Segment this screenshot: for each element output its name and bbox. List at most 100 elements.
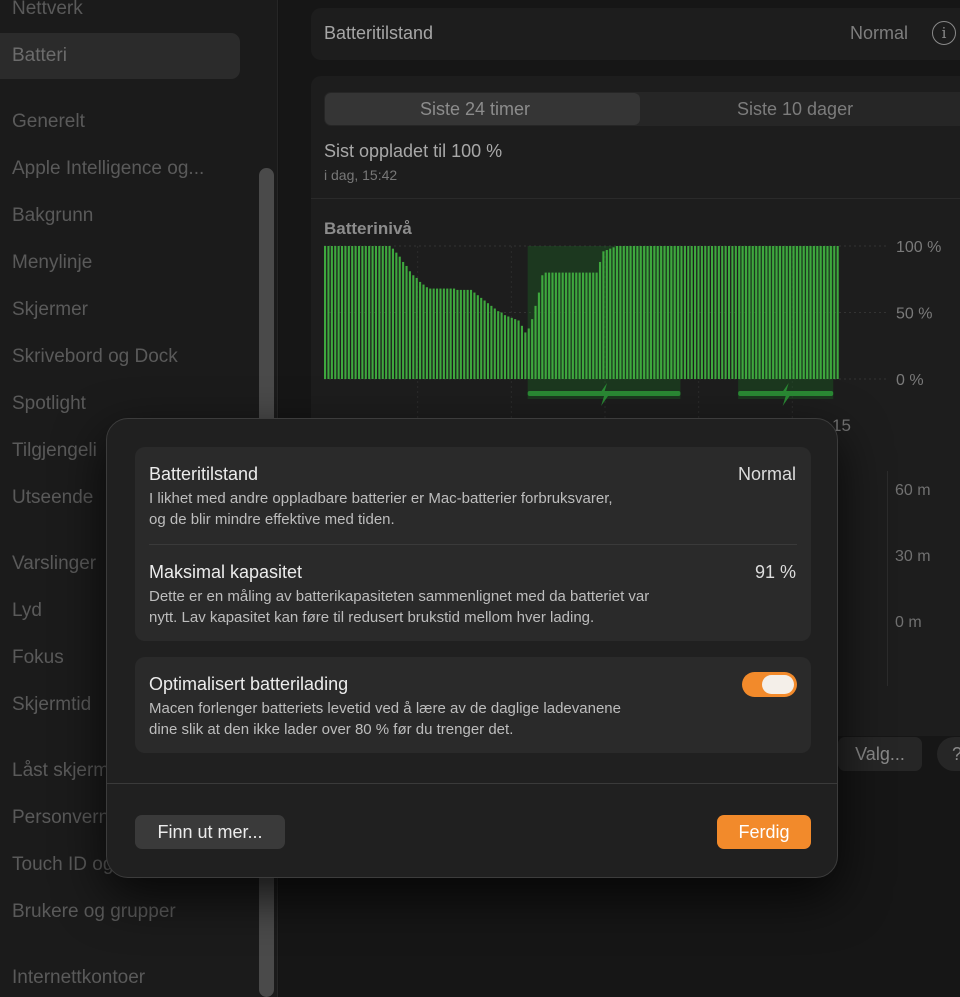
battery-bar <box>809 246 812 379</box>
battery-bar <box>541 275 544 379</box>
battery-bar <box>568 272 571 379</box>
dialog-optimized-desc-1: Macen forlenger batteriets levetid ved å… <box>149 700 621 717</box>
battery-bar <box>823 246 826 379</box>
battery-bar <box>660 246 663 379</box>
battery-bar <box>419 281 422 379</box>
sidebar-item-bakgrunn[interactable]: Bakgrunn <box>0 193 240 239</box>
battery-bar <box>714 246 717 379</box>
help-button[interactable]: ? <box>937 737 960 771</box>
battery-bar <box>653 246 656 379</box>
battery-bar <box>388 246 391 379</box>
sidebar-item-internettkontoer[interactable]: Internettkontoer <box>0 955 240 997</box>
battery-bar <box>582 272 585 379</box>
dialog-capacity-desc-2: nytt. Lav kapasitet kan føre til reduser… <box>149 609 595 626</box>
battery-bar <box>402 261 405 379</box>
battery-bar <box>337 246 340 379</box>
dialog-health-desc-2: og de blir mindre effektive med tiden. <box>149 511 395 528</box>
battery-bar <box>639 246 642 379</box>
battery-bar <box>626 246 629 379</box>
battery-bar <box>697 246 700 379</box>
battery-bar <box>405 265 408 379</box>
battery-bar <box>649 246 652 379</box>
battery-bar <box>395 252 398 379</box>
battery-bar <box>446 288 449 379</box>
battery-bar <box>768 246 771 379</box>
learn-more-button[interactable]: Finn ut mer... <box>135 815 285 849</box>
sidebar-item-brukere-og-grupper[interactable]: Brukere og grupper <box>0 889 240 935</box>
battery-bar <box>459 289 462 379</box>
sidebar-item-nettverk[interactable]: Nettverk <box>0 0 240 32</box>
options-button[interactable]: Valg... <box>838 737 922 771</box>
battery-bar <box>340 246 344 379</box>
sidebar-item-skrivebord-og-dock[interactable]: Skrivebord og Dock <box>0 334 240 380</box>
battery-bar <box>619 246 622 379</box>
battery-bar <box>571 272 574 379</box>
battery-bar <box>734 246 737 379</box>
battery-bar <box>789 246 792 379</box>
battery-bar <box>357 246 361 379</box>
battery-bar <box>517 320 520 379</box>
battery-bar <box>744 246 748 379</box>
battery-bar <box>558 272 561 379</box>
battery-bar <box>429 288 432 379</box>
battery-bar <box>833 246 836 379</box>
usage-axis-60: 60 m <box>895 482 931 499</box>
battery-bar <box>575 272 578 379</box>
battery-bar <box>751 246 754 379</box>
battery-bar <box>537 292 540 379</box>
battery-bar <box>632 246 636 379</box>
sidebar-item-generelt[interactable]: Generelt <box>0 99 240 145</box>
y-tick-label: 50 % <box>896 306 932 323</box>
sidebar-item-apple-intelligence[interactable]: Apple Intelligence og... <box>0 146 240 192</box>
battery-bar <box>548 272 551 379</box>
battery-bar <box>527 328 530 379</box>
optimized-charging-toggle[interactable] <box>742 672 797 697</box>
battery-bar <box>792 246 795 379</box>
battery-bar <box>748 246 751 379</box>
dialog-info-group: Batteritilstand Normal I likhet med andr… <box>135 447 811 641</box>
battery-bar <box>795 246 798 379</box>
battery-bar <box>785 246 788 379</box>
dialog-optimized-desc-2: dine slik at den ikke lader over 80 % fø… <box>149 721 514 738</box>
battery-bar <box>727 246 731 379</box>
battery-bar <box>622 246 625 379</box>
toggle-knob <box>762 675 794 694</box>
battery-bar <box>500 312 503 379</box>
battery-bar <box>347 246 350 379</box>
sidebar-item-menylinje[interactable]: Menylinje <box>0 240 240 286</box>
battery-bar <box>436 288 439 379</box>
battery-bar <box>663 246 666 379</box>
battery-bar <box>490 305 493 379</box>
battery-bar <box>425 287 428 379</box>
battery-bar <box>453 288 456 379</box>
sidebar-item-skjermer[interactable]: Skjermer <box>0 287 240 333</box>
battery-bar <box>782 246 785 379</box>
battery-bar <box>514 319 517 379</box>
battery-bar <box>612 247 615 379</box>
battery-bar <box>721 246 724 379</box>
battery-bar <box>503 315 507 379</box>
battery-bar <box>704 246 707 379</box>
dialog-optimized-group: Optimalisert batterilading Macen forleng… <box>135 657 811 753</box>
battery-bar <box>816 246 819 379</box>
battery-bar <box>551 272 554 379</box>
battery-bar <box>520 325 523 379</box>
battery-bar <box>643 246 646 379</box>
battery-bar <box>561 272 564 379</box>
battery-bar <box>670 246 673 379</box>
battery-bar <box>673 246 676 379</box>
divider <box>149 544 797 545</box>
battery-health-dialog: Batteritilstand Normal I likhet med andr… <box>106 418 838 878</box>
battery-bar <box>799 246 802 379</box>
battery-bar <box>486 303 490 379</box>
battery-bar <box>463 289 466 379</box>
battery-bar <box>439 288 442 379</box>
battery-bar <box>449 288 452 379</box>
dialog-capacity-title: Maksimal kapasitet <box>149 562 303 582</box>
battery-bar <box>683 246 686 379</box>
dialog-optimized-title: Optimalisert batterilading <box>149 674 349 694</box>
sidebar-item-batteri[interactable]: Batteri <box>0 33 240 79</box>
divider <box>107 783 837 784</box>
battery-bar <box>456 289 459 379</box>
done-button[interactable]: Ferdig <box>717 815 811 849</box>
